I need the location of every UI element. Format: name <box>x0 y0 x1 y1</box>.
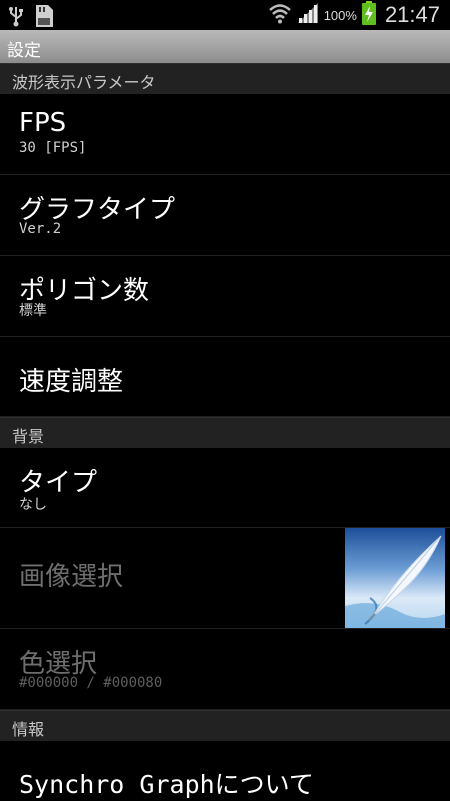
title-bar: 設定 <box>0 30 450 64</box>
section-header-label: 情報 <box>12 720 45 739</box>
wifi-icon <box>268 2 292 28</box>
pref-summary: #000000 / #000080 <box>19 675 163 691</box>
pref-speed-adjust[interactable]: 速度調整 <box>0 337 450 417</box>
clock: 21:47 <box>384 2 440 27</box>
usb-icon <box>8 5 24 31</box>
pref-fps[interactable]: FPS 30 [FPS] <box>0 94 450 175</box>
pref-image-select: 画像選択 <box>0 528 450 629</box>
section-header-waveform: 波形表示パラメータ <box>0 63 450 95</box>
pref-color-select: 色選択 #000000 / #000080 <box>0 629 450 710</box>
pref-about[interactable]: Synchro Graphについて <box>0 741 450 800</box>
signal-icon <box>297 2 319 28</box>
pref-graph-type[interactable]: グラフタイプ Ver.2 <box>0 175 450 256</box>
pref-title: FPS <box>19 108 67 138</box>
battery-percent: 100% <box>323 7 357 23</box>
pref-title: Synchro Graphについて <box>19 770 314 799</box>
sd-card-icon <box>34 4 54 32</box>
pref-background-type[interactable]: タイプ なし <box>0 448 450 528</box>
background-image-thumbnail <box>345 528 445 628</box>
pref-summary: 30 [FPS] <box>19 140 87 156</box>
pref-title: 速度調整 <box>19 367 124 397</box>
battery-charging-icon <box>361 1 376 29</box>
pref-summary: なし <box>19 497 47 513</box>
page-title: 設定 <box>7 41 41 61</box>
section-header-info: 情報 <box>0 710 450 742</box>
pref-summary: 標準 <box>19 303 47 319</box>
status-bar: 100% 21:47 <box>0 0 450 30</box>
section-header-label: 背景 <box>12 427 45 446</box>
section-header-background: 背景 <box>0 417 450 449</box>
pref-polygon-count[interactable]: ポリゴン数 標準 <box>0 256 450 337</box>
pref-summary: Ver.2 <box>19 221 62 237</box>
pref-title: 画像選択 <box>19 562 124 592</box>
section-header-label: 波形表示パラメータ <box>12 73 156 92</box>
